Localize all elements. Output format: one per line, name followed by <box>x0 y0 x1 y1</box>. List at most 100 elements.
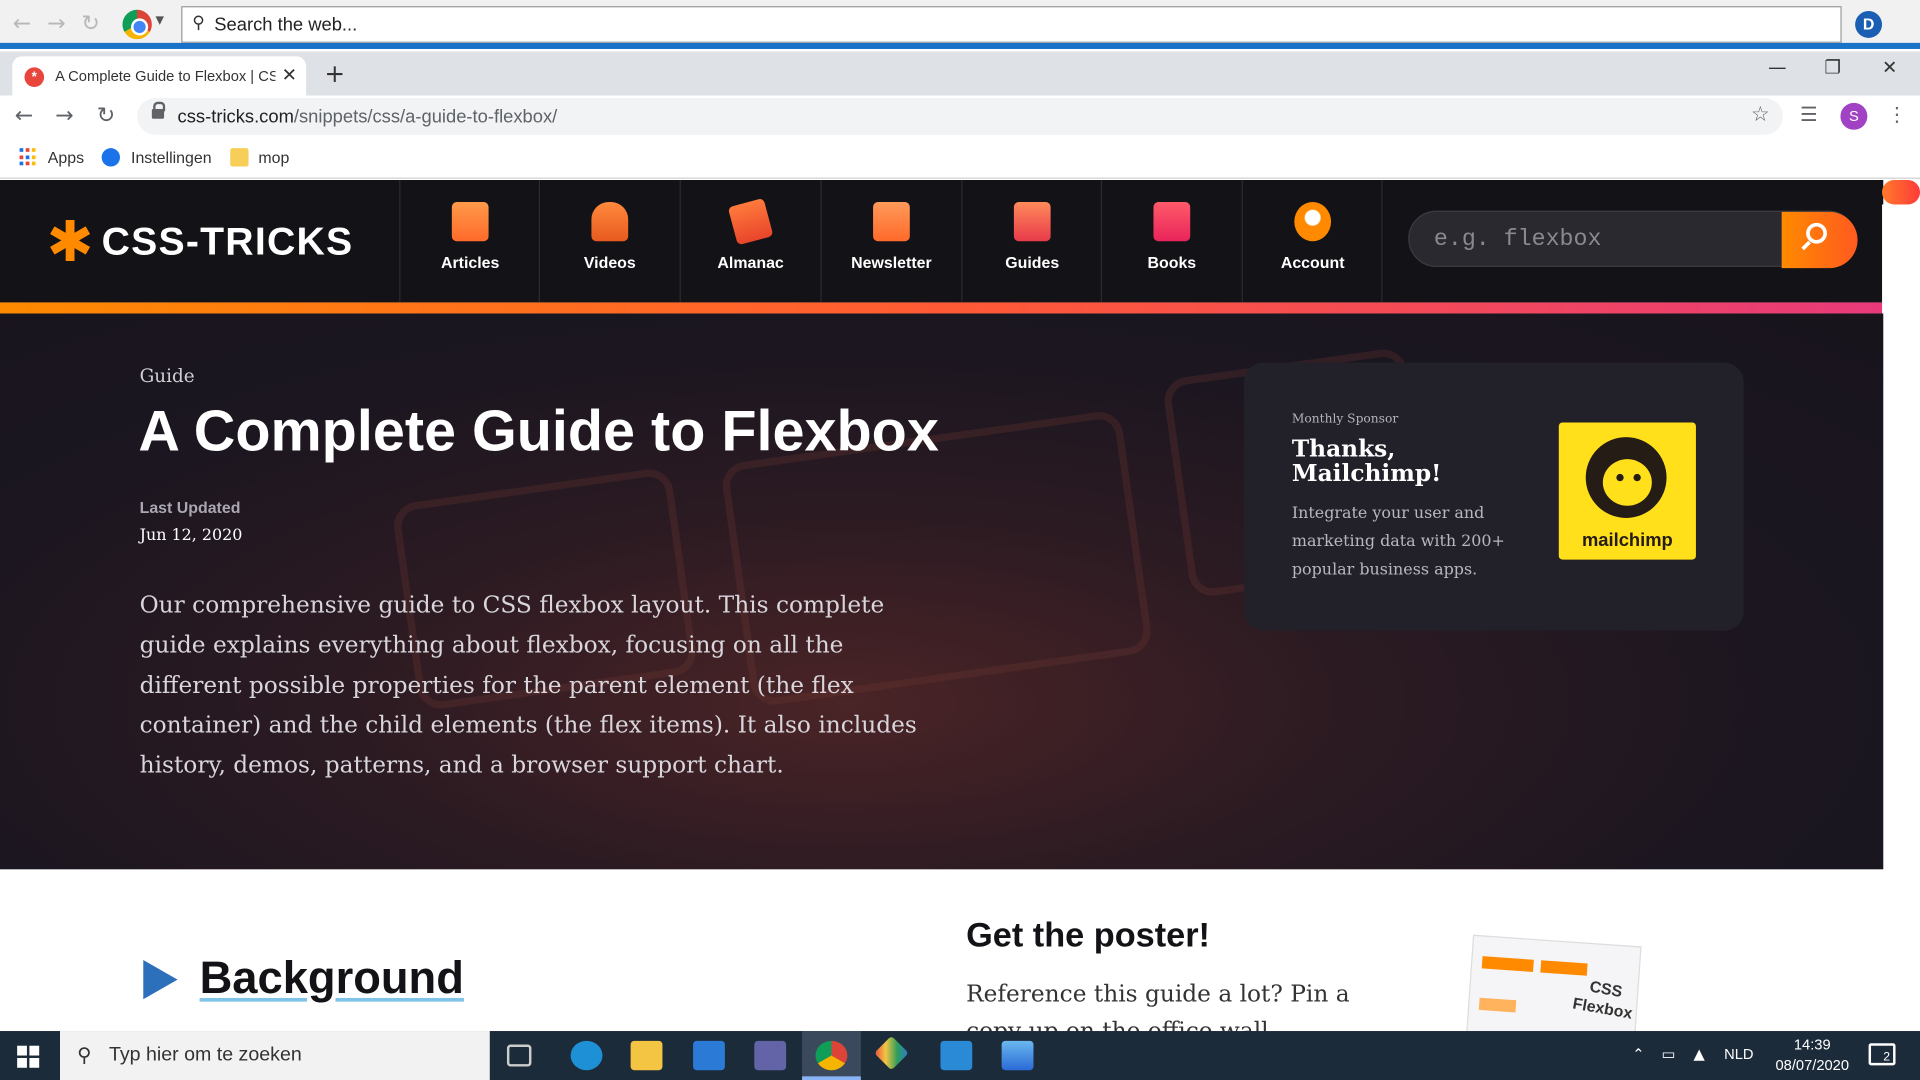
main-content: Background Get the poster! Reference thi… <box>0 869 1884 1044</box>
sponsor-label: Monthly Sponsor <box>1291 412 1399 427</box>
site-header: ✱ CSS-TRICKS Articles Videos Almanac New… <box>0 180 1884 303</box>
web-search-input[interactable]: ⚲ Search the web... <box>181 6 1842 43</box>
notification-count: 2 <box>1883 1050 1891 1065</box>
browser-tab[interactable]: * A Complete Guide to Flexbox | CSS-Tric… <box>12 56 307 96</box>
videos-icon <box>591 202 629 242</box>
clock-time: 14:39 <box>1793 1035 1831 1054</box>
nav-guides[interactable]: Guides <box>961 180 1101 303</box>
address-bar[interactable]: css-tricks.com/snippets/css/a-guide-to-f… <box>137 97 1783 135</box>
books-icon <box>1153 202 1191 242</box>
mailchimp-logo[interactable]: mailchimp <box>1558 422 1696 560</box>
edge-icon[interactable] <box>570 1040 603 1071</box>
wifi-icon[interactable]: ▲ <box>1693 1046 1704 1063</box>
tab-title: A Complete Guide to Flexbox | CSS-Tricks <box>55 67 275 85</box>
lock-icon[interactable] <box>151 101 166 120</box>
photos-icon[interactable] <box>1001 1040 1034 1071</box>
profile-avatar[interactable]: S <box>1840 102 1868 130</box>
nav-label: Newsletter <box>851 253 932 272</box>
back-icon[interactable]: ← <box>15 103 33 129</box>
clock[interactable]: 14:39 08/07/2020 <box>1763 1035 1861 1077</box>
back-icon[interactable]: ← <box>10 12 34 36</box>
url-path: /snippets/css/a-guide-to-flexbox/ <box>293 106 558 128</box>
file-explorer-icon[interactable] <box>630 1040 663 1071</box>
nav-account[interactable]: Account <box>1241 180 1383 303</box>
intro-paragraph: Our comprehensive guide to CSS flexbox l… <box>139 591 917 780</box>
nav-almanac[interactable]: Almanac <box>679 180 820 303</box>
clock-date: 08/07/2020 <box>1775 1056 1850 1074</box>
freddie-icon <box>1585 437 1667 518</box>
header-gradient-bar <box>0 302 1884 314</box>
nav-label: Almanac <box>717 253 784 272</box>
notification-center-icon[interactable]: 2 <box>1868 1043 1896 1066</box>
reload-icon[interactable]: ↻ <box>78 12 102 36</box>
almanac-icon <box>727 197 774 246</box>
mail-icon[interactable] <box>693 1040 725 1071</box>
new-tab-icon[interactable]: + <box>324 59 345 88</box>
poster-label: CSS Flexbox <box>1571 976 1634 1023</box>
nav-videos[interactable]: Videos <box>538 180 679 303</box>
gear-icon <box>101 148 121 167</box>
dashlane-icon[interactable]: D <box>1855 11 1883 38</box>
mailchimp-wordmark: mailchimp <box>1581 530 1673 552</box>
newsletter-icon <box>873 202 910 242</box>
battery-icon[interactable]: ▭ <box>1662 1046 1676 1063</box>
minimize-icon[interactable]: — <box>1768 56 1786 78</box>
url-domain: css-tricks.com <box>177 106 294 128</box>
tab-strip: * A Complete Guide to Flexbox | CSS-Tric… <box>0 51 1920 96</box>
forward-icon[interactable]: → <box>44 12 68 36</box>
bookmark-instellingen[interactable]: Instellingen <box>131 148 212 166</box>
nav-label: Account <box>1280 253 1345 272</box>
section-heading-background[interactable]: Background <box>200 953 464 1004</box>
language-indicator[interactable]: NLD <box>1724 1046 1753 1063</box>
web-search-text: Search the web... <box>214 14 358 36</box>
site-search-button[interactable] <box>1781 211 1858 269</box>
poster-block <box>1481 956 1534 972</box>
sponsor-card[interactable]: Monthly Sponsor Thanks, Mailchimp! Integ… <box>1244 362 1744 631</box>
taskbar-search-text: Typ hier om te zoeken <box>108 1044 302 1066</box>
nav-newsletter[interactable]: Newsletter <box>820 180 960 303</box>
chevron-down-icon[interactable]: ▼ <box>156 15 164 27</box>
task-view-icon[interactable] <box>506 1044 532 1067</box>
play-arrow-icon <box>143 960 178 1000</box>
last-updated-label: Last Updated <box>139 498 241 517</box>
sponsor-title[interactable]: Thanks, Mailchimp! <box>1292 437 1537 486</box>
sponsor-description: Integrate your user and marketing data w… <box>1291 504 1505 580</box>
git-icon[interactable] <box>874 1035 909 1071</box>
flexbox-poster-image[interactable]: CSS Flexbox <box>1466 934 1642 1045</box>
search-icon: ⚲ <box>192 13 205 34</box>
site-logo-text[interactable]: CSS-TRICKS <box>102 219 354 264</box>
nav-articles[interactable]: Articles <box>399 180 539 303</box>
chrome-icon[interactable] <box>122 9 152 40</box>
search-icon: ⚲ <box>77 1043 92 1067</box>
css-tricks-favicon-icon: * <box>24 67 45 87</box>
bookmarks-bar: Apps Instellingen mop <box>0 137 1920 179</box>
page-title: A Complete Guide to Flexbox <box>138 397 939 463</box>
teams-icon[interactable] <box>754 1040 787 1071</box>
vscode-icon[interactable] <box>940 1040 973 1071</box>
articles-icon <box>451 202 489 242</box>
restore-icon[interactable]: ❐ <box>1825 56 1841 78</box>
hero-section: Guide A Complete Guide to Flexbox Last U… <box>0 313 1884 870</box>
bookmark-star-icon[interactable]: ☆ <box>1751 103 1770 127</box>
chevron-up-icon[interactable]: ⌃ <box>1632 1046 1644 1063</box>
reload-icon[interactable]: ↻ <box>97 103 115 129</box>
scroll-indicator[interactable] <box>1882 180 1920 205</box>
apps-icon <box>19 148 38 166</box>
css-tricks-star-icon[interactable]: ✱ <box>47 213 94 269</box>
scrollbar-track[interactable] <box>1882 204 1920 1032</box>
bookmark-mop[interactable]: mop <box>258 148 289 166</box>
close-tab-icon[interactable]: ✕ <box>282 64 297 86</box>
search-icon <box>1806 222 1827 244</box>
guide-kicker[interactable]: Guide <box>140 365 195 387</box>
taskbar-search[interactable]: ⚲ Typ hier om te zoeken <box>60 1031 490 1080</box>
close-window-icon[interactable]: ✕ <box>1882 56 1897 78</box>
nav-books[interactable]: Books <box>1100 180 1241 303</box>
site-search-input[interactable] <box>1433 225 1777 253</box>
bookmark-apps[interactable]: Apps <box>48 148 84 166</box>
media-control-icon[interactable]: ☰ <box>1800 103 1818 126</box>
forward-icon[interactable]: → <box>55 103 73 129</box>
menu-icon[interactable]: ⋮ <box>1887 103 1907 126</box>
nav-label: Videos <box>583 253 636 272</box>
windows-start-icon[interactable] <box>17 1045 40 1068</box>
nav-label: Books <box>1147 253 1197 272</box>
